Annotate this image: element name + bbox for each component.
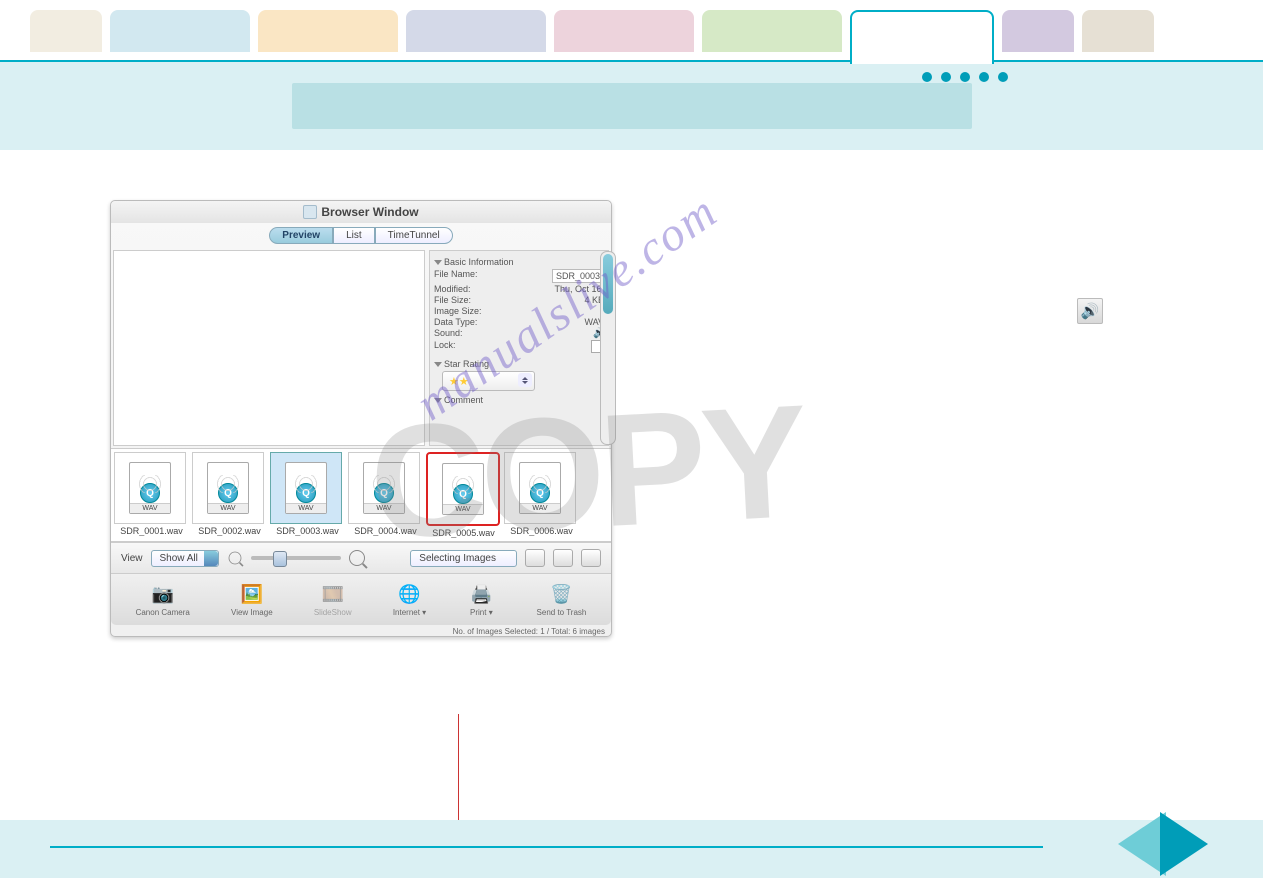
imagesize-label: Image Size: <box>434 306 489 316</box>
thumbnail-item[interactable]: QWAVSDR_0004.wav <box>348 452 423 538</box>
preview-pane <box>113 250 425 446</box>
status-text: No. of Images Selected: 1 / Total: 6 ima… <box>111 625 611 636</box>
misc-button-2[interactable] <box>553 549 573 567</box>
prev-page-arrow[interactable] <box>1118 812 1166 876</box>
modified-value: Thu, Oct 16, <box>554 284 604 294</box>
slideshow-icon: 🎞️ <box>319 582 347 606</box>
view-image-button[interactable]: 🖼️View Image <box>231 582 273 617</box>
info-panel: Basic Information File Name: SDR_0003 Mod… <box>429 250 609 446</box>
page-nav <box>1118 812 1208 876</box>
filename-label: File Name: <box>434 269 489 283</box>
section-star[interactable]: Star Rating <box>434 359 604 369</box>
section-comment-label: Comment <box>444 395 483 405</box>
thumb-name: SDR_0001.wav <box>114 526 189 536</box>
filesize-label: File Size: <box>434 295 489 305</box>
section-star-label: Star Rating <box>444 359 489 369</box>
tab-5[interactable] <box>554 10 694 52</box>
zoom-slider[interactable] <box>251 556 341 560</box>
thumbnail-item[interactable]: QWAVSDR_0005.wav <box>426 452 501 538</box>
internet-button[interactable]: 🌐Internet ▾ <box>393 582 426 617</box>
seg-timetunnel[interactable]: TimeTunnel <box>375 227 453 244</box>
datatype-label: Data Type: <box>434 317 489 327</box>
thumb-name: SDR_0005.wav <box>426 528 501 538</box>
canon-camera-button[interactable]: 📷Canon Camera <box>136 582 190 617</box>
thumb-name: SDR_0006.wav <box>504 526 579 536</box>
view-label: View <box>121 553 143 564</box>
top-tabs <box>0 0 1263 62</box>
bottom-toolbar: 📷Canon Camera 🖼️View Image 🎞️SlideShow 🌐… <box>111 573 611 625</box>
zoom-in-icon[interactable] <box>349 550 365 566</box>
section-basic[interactable]: Basic Information <box>434 257 604 267</box>
thumb-name: SDR_0004.wav <box>348 526 423 536</box>
seg-list[interactable]: List <box>333 227 375 244</box>
filename-value[interactable]: SDR_0003 <box>552 269 604 283</box>
slideshow-button[interactable]: 🎞️SlideShow <box>314 582 352 617</box>
camera-icon: 📷 <box>149 582 177 606</box>
thumbnail-item[interactable]: QWAVSDR_0003.wav <box>270 452 345 538</box>
thumbnail-item[interactable]: QWAVSDR_0002.wav <box>192 452 267 538</box>
titlebar: Browser Window <box>111 201 611 223</box>
modified-label: Modified: <box>434 284 489 294</box>
thumbnail-item[interactable]: QWAVSDR_0006.wav <box>504 452 579 538</box>
window-title: Browser Window <box>321 205 418 219</box>
printer-icon: 🖨️ <box>467 582 495 606</box>
section-basic-label: Basic Information <box>444 257 514 267</box>
misc-button-3[interactable] <box>581 549 601 567</box>
speaker-icon: 🔊 <box>1077 298 1103 324</box>
tab-active[interactable] <box>850 10 994 64</box>
browser-window: Browser Window Preview List TimeTunnel B… <box>110 200 612 637</box>
globe-icon: 🌐 <box>396 582 424 606</box>
sound-label: Sound: <box>434 328 489 339</box>
thumbnail-strip: QWAVSDR_0001.wav QWAVSDR_0002.wav QWAVSD… <box>111 448 611 542</box>
header-dots <box>922 72 1008 82</box>
tab-1[interactable] <box>30 10 102 52</box>
tab-7[interactable] <box>1002 10 1074 52</box>
star-rating-dropdown[interactable]: ★★ <box>442 371 535 391</box>
footer <box>0 820 1263 878</box>
header-banner <box>292 83 972 129</box>
print-button[interactable]: 🖨️Print ▾ <box>467 582 495 617</box>
next-page-arrow[interactable] <box>1160 812 1208 876</box>
tab-4[interactable] <box>406 10 546 52</box>
view-filter-dropdown[interactable]: Show All <box>151 550 219 567</box>
info-scrollbar[interactable] <box>600 251 616 445</box>
content-area: COPY manualslive.com 🔊 Browser Window Pr… <box>0 150 1263 820</box>
thumb-name: SDR_0003.wav <box>270 526 345 536</box>
section-comment[interactable]: Comment <box>434 395 604 405</box>
window-icon <box>303 205 317 219</box>
thumbnail-item[interactable]: QWAVSDR_0001.wav <box>114 452 189 538</box>
send-to-trash-button[interactable]: 🗑️Send to Trash <box>537 582 587 617</box>
view-image-icon: 🖼️ <box>238 582 266 606</box>
tab-8[interactable] <box>1082 10 1154 52</box>
footer-line <box>50 846 1043 848</box>
view-controls: View Show All Selecting Images <box>111 542 611 573</box>
trash-icon: 🗑️ <box>547 582 575 606</box>
zoom-out-icon[interactable] <box>228 552 241 565</box>
view-segmented: Preview List TimeTunnel <box>111 223 611 248</box>
header-strip <box>0 60 1263 150</box>
lock-label: Lock: <box>434 340 489 353</box>
selection-mode-dropdown[interactable]: Selecting Images <box>410 550 517 567</box>
tab-2[interactable] <box>110 10 250 52</box>
thumb-name: SDR_0002.wav <box>192 526 267 536</box>
seg-preview[interactable]: Preview <box>269 227 333 244</box>
tab-6[interactable] <box>702 10 842 52</box>
misc-button-1[interactable] <box>525 549 545 567</box>
tab-3[interactable] <box>258 10 398 52</box>
